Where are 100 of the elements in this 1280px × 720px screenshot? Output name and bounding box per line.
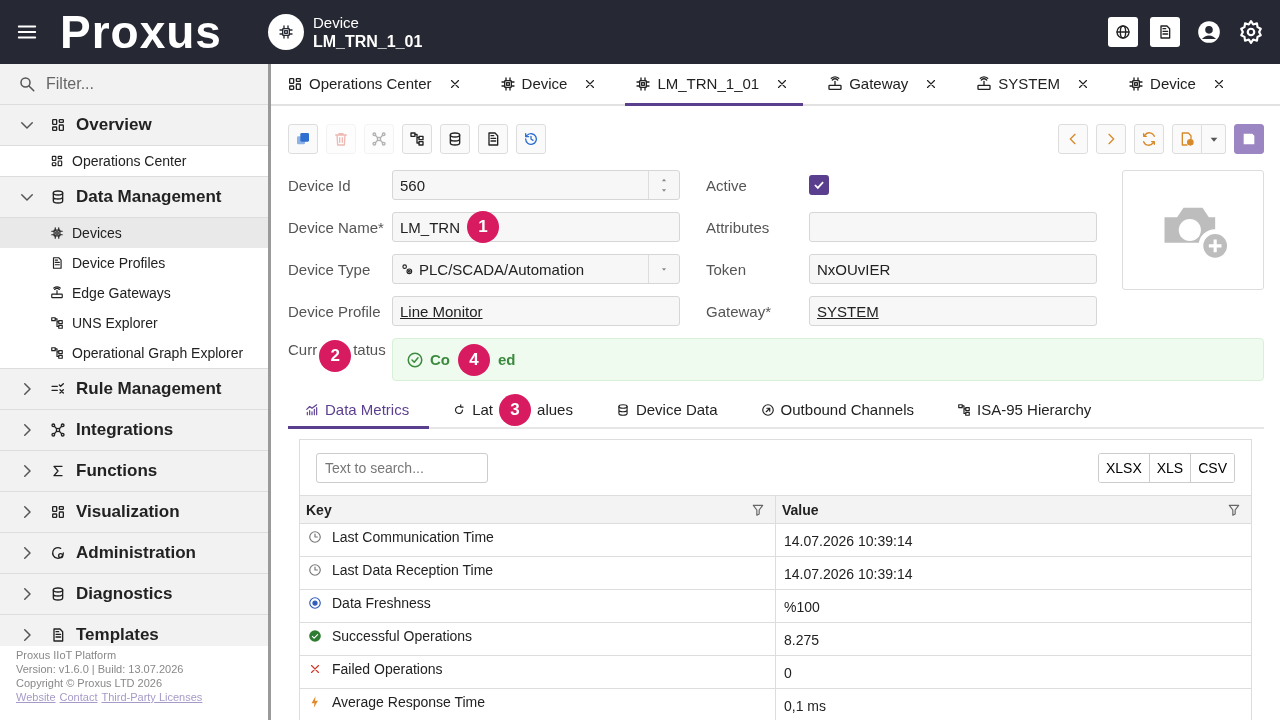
- refresh-icon: [1141, 131, 1157, 147]
- nav-group[interactable]: Visualization: [0, 492, 268, 533]
- tab[interactable]: Device Data: [598, 393, 738, 429]
- network-icon: [371, 131, 387, 147]
- footer-text: Version: v1.6.0 | Build: 13.07.2026: [16, 662, 185, 676]
- table-cell: Data Freshness: [300, 590, 776, 622]
- table-cell-text: 14.07.2026 10:39:14: [783, 565, 914, 584]
- footer-text: Copyright © Proxus LTD 2026: [16, 676, 164, 690]
- tab[interactable]: Operations Center: [277, 64, 476, 106]
- field-label: Device Profile: [288, 301, 382, 322]
- nav-item[interactable]: UNS Explorer: [0, 308, 268, 338]
- sigma-icon: [50, 463, 66, 479]
- dashboard-icon: [287, 75, 303, 92]
- field-label: Device Type: [288, 259, 372, 280]
- field-label: tatus: [353, 340, 386, 358]
- status-text: Co: [430, 351, 450, 368]
- table-cell: Average Response Time: [300, 689, 776, 720]
- nav-item[interactable]: Devices: [0, 218, 268, 248]
- nav-item[interactable]: Operations Center: [0, 146, 268, 176]
- table-cell-text: 0: [783, 664, 793, 683]
- close-icon: [308, 662, 322, 676]
- hierarchy-icon: [957, 402, 972, 417]
- trash-icon: [333, 131, 349, 147]
- database-icon: [50, 189, 66, 205]
- column-header[interactable]: Value: [776, 496, 1251, 523]
- lookup-field[interactable]: SYSTEM: [809, 296, 1097, 326]
- tab[interactable]: Lat 3 alues: [435, 393, 593, 429]
- tab[interactable]: Outbound Channels: [743, 393, 935, 429]
- nav-item[interactable]: Device Profiles: [0, 248, 268, 278]
- logo[interactable]: Proxus: [60, 9, 222, 55]
- copy-button[interactable]: [288, 124, 318, 154]
- field-label: Token: [705, 259, 748, 280]
- filter-icon[interactable]: [751, 502, 765, 517]
- hierarchy-icon: [50, 346, 64, 360]
- field-label: Attributes: [705, 217, 771, 238]
- tab[interactable]: Gateway: [817, 64, 953, 106]
- user-icon[interactable]: [1196, 19, 1222, 45]
- tab[interactable]: Device: [489, 64, 612, 106]
- target-icon: [308, 596, 322, 610]
- select-field[interactable]: PLC/SCADA/Automation: [392, 254, 680, 284]
- settings-icon[interactable]: [1238, 19, 1264, 45]
- table-cell: Last Data Reception Time: [300, 557, 776, 589]
- export-button[interactable]: CSV: [1190, 453, 1234, 482]
- tab[interactable]: Data Metrics: [288, 393, 430, 429]
- column-header[interactable]: Key: [300, 496, 776, 523]
- database-button[interactable]: [440, 124, 470, 154]
- tab[interactable]: ISA-95 Hierarchy: [940, 393, 1112, 429]
- tab[interactable]: SYSTEM: [966, 64, 1105, 106]
- nav-item[interactable]: Operational Graph Explorer: [0, 338, 268, 368]
- chip-icon: [277, 24, 294, 40]
- save-button[interactable]: [1234, 124, 1264, 154]
- search-field[interactable]: Text to search...: [316, 452, 488, 483]
- document-icon: [1157, 24, 1173, 40]
- footer-text: Proxus IIoT Platform: [16, 648, 118, 662]
- network-icon: [50, 422, 66, 438]
- checkbox[interactable]: [809, 175, 829, 195]
- nav-group[interactable]: Rule Management: [0, 369, 268, 410]
- text-field[interactable]: LM_TRN 1: [392, 212, 680, 242]
- history-icon: [523, 131, 539, 147]
- table-cell: Successful Operations: [300, 623, 776, 655]
- table-cell: Failed Operations: [300, 656, 776, 688]
- hierarchy-icon: [50, 316, 64, 330]
- reload-icon: [452, 402, 467, 417]
- table-cell-text: 0,1 ms: [783, 697, 827, 716]
- router-icon: [827, 75, 844, 92]
- field-label: Active: [705, 175, 748, 196]
- history-button[interactable]: [516, 124, 546, 154]
- router-icon: [50, 286, 64, 300]
- save-icon: [1241, 131, 1257, 147]
- docs-button[interactable]: [1150, 17, 1180, 47]
- tab[interactable]: Device: [1118, 64, 1240, 106]
- rules-icon: [50, 381, 66, 397]
- hierarchy-icon: [409, 131, 425, 147]
- search-icon: [18, 75, 36, 93]
- nav-group[interactable]: Administration: [0, 533, 268, 574]
- document-icon: [50, 627, 66, 643]
- filter-field[interactable]: Filter...: [44, 74, 248, 94]
- save-new-button[interactable]: [1172, 124, 1202, 154]
- field-label: Curr: [288, 340, 318, 358]
- file-add-icon: [1179, 131, 1195, 147]
- text-field[interactable]: NxOUvIER: [809, 254, 1097, 284]
- hierarchy-button[interactable]: [402, 124, 432, 154]
- status-text: ed: [498, 351, 516, 368]
- field-label: Device Id: [288, 175, 352, 196]
- nav-group[interactable]: Diagnostics: [0, 574, 268, 615]
- nav-group[interactable]: Integrations: [0, 410, 268, 451]
- nav-group[interactable]: Functions: [0, 451, 268, 492]
- chart-icon: [305, 402, 319, 417]
- text-field[interactable]: [809, 212, 1097, 242]
- callout-marker: 3: [499, 393, 532, 426]
- language-button[interactable]: [1108, 17, 1138, 47]
- database-icon: [50, 586, 66, 602]
- callout-marker: 2: [319, 340, 352, 372]
- router-icon: [976, 75, 993, 92]
- callout-marker: 1: [467, 211, 499, 243]
- nav-item[interactable]: Edge Gateways: [0, 278, 268, 308]
- lookup-field[interactable]: Line Monitor: [392, 296, 680, 326]
- tab[interactable]: LM_TRN_1_01: [625, 64, 804, 106]
- document-button[interactable]: [478, 124, 508, 154]
- filter-icon[interactable]: [1227, 502, 1241, 517]
